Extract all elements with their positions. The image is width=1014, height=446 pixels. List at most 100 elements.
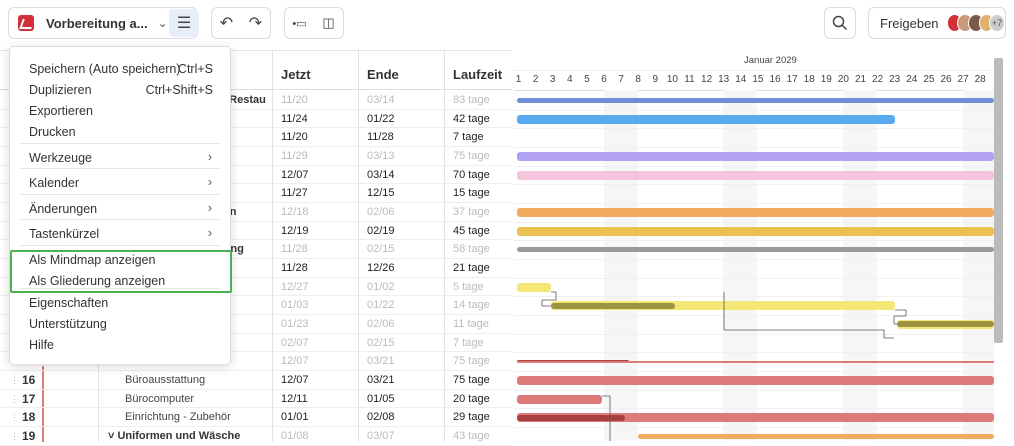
redo-icon[interactable]: ↷ [241, 13, 270, 33]
end-date[interactable]: 01/05 [367, 393, 395, 405]
end-date[interactable]: 02/06 [367, 318, 395, 330]
toolbar: Vorbereitung a... ⌄ ☰ ↶ ↷ •▭ ◫ Freigeben… [0, 0, 1014, 48]
duration[interactable]: 70 tage [453, 169, 490, 181]
duration[interactable]: 42 tage [453, 113, 490, 125]
share-label: Freigeben [880, 15, 939, 31]
undo-icon[interactable]: ↶ [212, 13, 241, 33]
menu-item[interactable]: Werkzeuge › [10, 148, 230, 169]
project-selector[interactable]: Vorbereitung a... ⌄ ☰ [8, 7, 199, 39]
start-date[interactable]: 02/07 [281, 337, 309, 349]
duration[interactable]: 83 tage [453, 94, 490, 106]
menu-item[interactable]: Duplizieren Ctrl+Shift+S [10, 80, 230, 101]
start-date[interactable]: 01/03 [281, 299, 309, 311]
menu-separator [20, 194, 220, 195]
start-date[interactable]: 12/07 [281, 169, 309, 181]
end-date[interactable]: 02/06 [367, 206, 395, 218]
start-date[interactable]: 11/28 [281, 243, 308, 255]
col-header-start[interactable]: Jetzt [281, 67, 311, 82]
start-date[interactable]: 01/08 [281, 430, 309, 442]
end-date[interactable]: 02/15 [367, 243, 395, 255]
dependency-lines [541, 291, 907, 441]
start-date[interactable]: 12/11 [281, 393, 308, 405]
start-date[interactable]: 11/20 [281, 94, 308, 106]
table-row[interactable]: ⋮⋮ 18 Einrichtung - Zubehör 01/01 02/08 29 ta… [0, 408, 512, 428]
menu-item[interactable]: Exportieren [10, 101, 230, 122]
duration[interactable]: 7 tage [453, 337, 484, 349]
task-name[interactable]: Bürocomputer [125, 393, 194, 405]
end-date[interactable]: 03/21 [367, 374, 395, 386]
duration[interactable]: 29 tage [453, 411, 490, 423]
link-icon[interactable]: •▭ [285, 17, 314, 30]
col-header-duration[interactable]: Laufzeit [453, 67, 502, 82]
start-date[interactable]: 12/07 [281, 374, 309, 386]
end-date[interactable]: 02/19 [367, 225, 395, 237]
table-row[interactable]: ⋮⋮ 19 ˅ Uniformen und Wäsche 01/08 03/07 43 t… [0, 427, 512, 446]
menu-item[interactable]: Kalender › [10, 173, 230, 194]
start-date[interactable]: 01/01 [281, 411, 309, 423]
start-date[interactable]: 12/27 [281, 281, 309, 293]
end-date[interactable]: 03/14 [367, 169, 395, 181]
app-logo [18, 15, 34, 31]
start-date[interactable]: 11/27 [281, 187, 308, 199]
end-date[interactable]: 03/21 [367, 355, 395, 367]
end-date[interactable]: 01/02 [367, 281, 395, 293]
duration[interactable]: 14 tage [453, 299, 490, 311]
end-date[interactable]: 12/15 [367, 187, 395, 199]
duration[interactable]: 45 tage [453, 225, 490, 237]
search-icon [832, 15, 848, 31]
end-date[interactable]: 03/13 [367, 150, 395, 162]
start-date[interactable]: 11/20 [281, 131, 308, 143]
end-date[interactable]: 12/26 [367, 262, 395, 274]
duration[interactable]: 21 tage [453, 262, 490, 274]
end-date[interactable]: 11/28 [367, 131, 394, 143]
menu-item[interactable]: Speichern (Auto speichern) Ctrl+S [10, 59, 230, 80]
duration[interactable]: 58 tage [453, 243, 490, 255]
end-date[interactable]: 02/08 [367, 411, 395, 423]
menu-item[interactable]: Tastenkürzel › [10, 224, 230, 245]
project-name[interactable]: Vorbereitung a... [46, 16, 148, 31]
chevron-right-icon: › [207, 150, 212, 164]
start-date[interactable]: 12/18 [281, 206, 309, 218]
share-button[interactable]: Freigeben +7 [868, 7, 1006, 39]
menu-item[interactable]: Als Gliederung anzeigen [10, 271, 230, 292]
start-date[interactable]: 11/24 [281, 113, 308, 125]
search-button[interactable] [824, 7, 856, 39]
duration[interactable]: 75 tage [453, 355, 490, 367]
menu-separator [20, 245, 220, 246]
menu-item[interactable]: Drucken [10, 122, 230, 143]
task-name[interactable]: Büroausstattung [125, 374, 205, 386]
chevron-down-icon[interactable]: ⌄ [158, 16, 168, 30]
end-date[interactable]: 03/14 [367, 94, 395, 106]
end-date[interactable]: 01/22 [367, 113, 395, 125]
menu-icon[interactable]: ☰ [169, 9, 199, 37]
duration[interactable]: 20 tage [453, 393, 490, 405]
table-row[interactable]: ⋮⋮ 16 Büroausstattung 12/07 03/21 75 tage [0, 371, 512, 390]
start-date[interactable]: 11/28 [281, 262, 308, 274]
duration[interactable]: 37 tage [453, 206, 490, 218]
vertical-scrollbar[interactable] [994, 58, 1003, 343]
duration[interactable]: 7 tage [453, 131, 484, 143]
menu-item[interactable]: Unterstützung [10, 314, 230, 335]
start-date[interactable]: 11/29 [281, 150, 308, 162]
expand-icon[interactable]: ◫ [314, 15, 343, 31]
menu-item[interactable]: Änderungen › [10, 199, 230, 220]
duration[interactable]: 75 tage [453, 150, 490, 162]
table-row[interactable]: ⋮⋮ 17 Bürocomputer 12/11 01/05 20 tage [0, 390, 512, 409]
duration[interactable]: 43 tage [453, 430, 490, 442]
duration[interactable]: 15 tage [453, 187, 490, 199]
menu-item[interactable]: Hilfe [10, 335, 230, 356]
end-date[interactable]: 02/15 [367, 337, 395, 349]
start-date[interactable]: 12/19 [281, 225, 309, 237]
menu-item[interactable]: Eigenschaften [10, 293, 230, 314]
duration[interactable]: 11 tage [453, 318, 489, 330]
duration[interactable]: 75 tage [453, 374, 490, 386]
task-name[interactable]: Einrichtung - Zubehör [125, 411, 231, 423]
col-header-end[interactable]: Ende [367, 67, 399, 82]
start-date[interactable]: 12/07 [281, 355, 309, 367]
end-date[interactable]: 01/22 [367, 299, 395, 311]
menu-item[interactable]: Als Mindmap anzeigen [10, 250, 230, 271]
start-date[interactable]: 01/23 [281, 318, 309, 330]
duration[interactable]: 5 tage [453, 281, 484, 293]
task-name[interactable]: ˅ Uniformen und Wäsche [108, 430, 240, 442]
end-date[interactable]: 03/07 [367, 430, 395, 442]
